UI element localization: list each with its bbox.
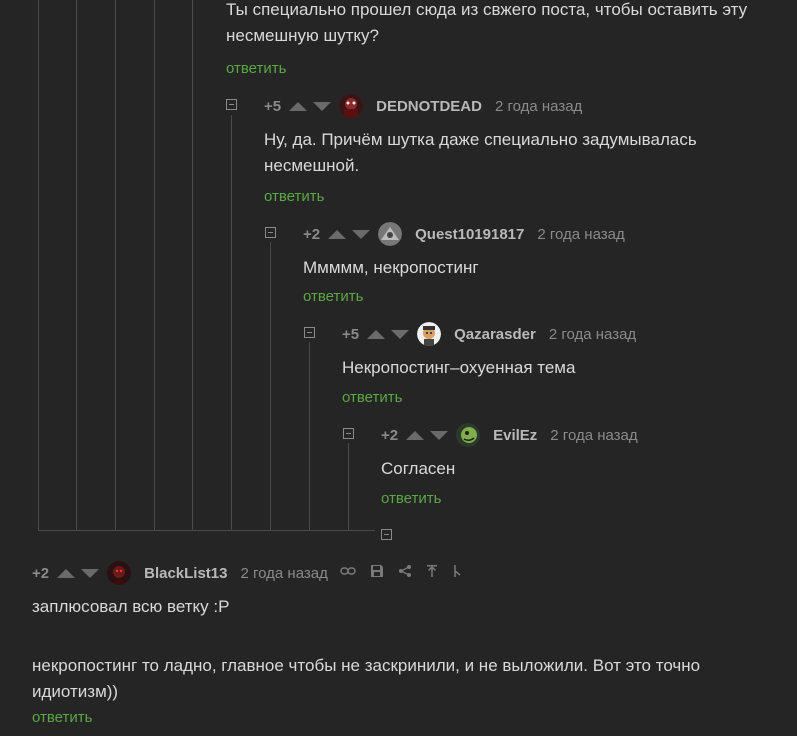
share-icon[interactable]: [398, 564, 412, 583]
reply-link[interactable]: ответить: [264, 188, 324, 205]
upvote-icon[interactable]: [367, 329, 386, 339]
author-name[interactable]: EvilEz: [493, 427, 537, 444]
comment-time[interactable]: 2 года назад: [241, 565, 328, 582]
rating: +5: [264, 97, 282, 115]
comment-text: Ну, да. Причём шутка даже специально зад…: [264, 130, 697, 175]
upvote-icon[interactable]: [406, 430, 425, 440]
comment-text: Ты специально прошел сюда из свжего пост…: [226, 0, 748, 45]
rating: +2: [32, 564, 50, 582]
downvote-icon[interactable]: [352, 229, 371, 239]
comment-time[interactable]: 2 года назад: [537, 226, 624, 243]
collapse-comment-button[interactable]: [226, 99, 237, 110]
collapse-comment-button[interactable]: [304, 327, 315, 338]
comment-header: +5 Qazarasder 2 года назад: [342, 322, 648, 346]
thread-branch-end: [38, 530, 375, 531]
reply-link[interactable]: ответить: [32, 709, 92, 726]
collapse-comment-button[interactable]: [265, 227, 276, 238]
comment-text: заплюсовал всю ветку :P некропостинг то …: [32, 597, 701, 701]
collapse-thread-button[interactable]: [381, 529, 392, 540]
avatar[interactable]: [107, 561, 132, 585]
thread-line: [309, 342, 310, 530]
comment-time[interactable]: 2 года назад: [495, 98, 582, 115]
collapse-comment-button[interactable]: [343, 428, 354, 439]
author-name[interactable]: DEDNOTDEAD: [376, 98, 482, 115]
downvote-icon[interactable]: [313, 101, 332, 111]
comment-time[interactable]: 2 года назад: [549, 326, 636, 343]
comment-header: +5 DEDNOTDEAD 2 года назад: [264, 94, 594, 118]
comment-header: +2 Quest10191817 2 года назад: [303, 222, 637, 246]
go-to-branch-icon[interactable]: [452, 564, 462, 583]
reply-link[interactable]: ответить: [226, 60, 286, 77]
comment-text: Согласен: [381, 459, 456, 478]
rating: +2: [303, 225, 321, 243]
thread-line: [348, 443, 349, 530]
thread-line: [231, 115, 232, 530]
upvote-icon[interactable]: [328, 229, 347, 239]
rating: +2: [381, 426, 399, 444]
avatar[interactable]: [339, 94, 364, 118]
author-name[interactable]: Quest10191817: [415, 226, 524, 243]
go-to-parent-icon[interactable]: [426, 564, 438, 583]
downvote-icon[interactable]: [81, 568, 100, 578]
thread-line: [76, 0, 77, 530]
reply-link[interactable]: ответить: [381, 490, 441, 507]
thread-line: [270, 242, 271, 530]
upvote-icon[interactable]: [289, 101, 308, 111]
comment-header: +2 BlackList13 2 года назад: [32, 561, 476, 585]
avatar[interactable]: [456, 423, 481, 447]
reply-link[interactable]: ответить: [303, 288, 363, 305]
rating: +5: [342, 325, 360, 343]
reply-link[interactable]: ответить: [342, 389, 402, 406]
avatar[interactable]: [417, 322, 442, 346]
author-name[interactable]: Qazarasder: [454, 326, 536, 343]
avatar[interactable]: [378, 222, 403, 246]
comment-header: +2 EvilEz 2 года назад: [381, 423, 650, 447]
save-icon[interactable]: [370, 564, 384, 583]
thread-line: [115, 0, 116, 530]
upvote-icon[interactable]: [57, 568, 76, 578]
comment-text: Ммммм, некропостинг: [303, 258, 479, 277]
thread-line: [38, 0, 39, 530]
comment-text: Некропостинг–охуенная тема: [342, 358, 576, 377]
downvote-icon[interactable]: [430, 430, 449, 440]
thread-line: [192, 0, 193, 530]
link-icon[interactable]: [340, 564, 356, 582]
downvote-icon[interactable]: [391, 329, 410, 339]
author-name[interactable]: BlackList13: [144, 565, 227, 582]
comment-time[interactable]: 2 года назад: [550, 427, 637, 444]
thread-line: [154, 0, 155, 530]
